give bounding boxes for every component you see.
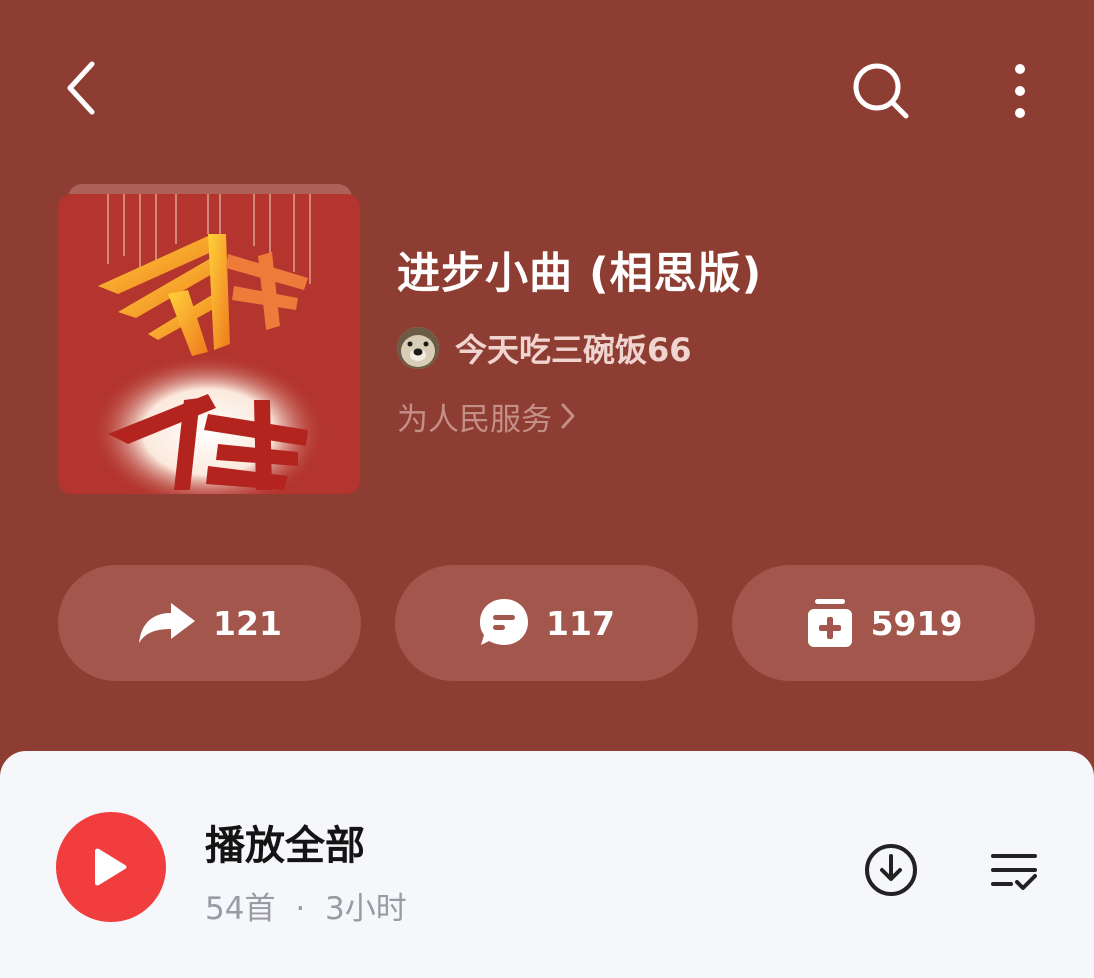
top-navigation-bar bbox=[0, 0, 1094, 180]
action-buttons-row: 121 117 5919 bbox=[0, 565, 1094, 681]
playlist-header: 进步小曲 (相思版) 今天吃三碗饭66 为人民服务 bbox=[0, 180, 1094, 510]
comment-count: 117 bbox=[546, 603, 615, 643]
chevron-right-icon bbox=[560, 402, 576, 430]
list-manage-icon bbox=[991, 854, 1037, 890]
creator-row[interactable]: 今天吃三碗饭66 bbox=[397, 326, 1057, 370]
play-all-button[interactable] bbox=[56, 812, 166, 922]
collect-add-icon bbox=[807, 599, 852, 647]
description-row[interactable]: 为人民服务 bbox=[397, 394, 1057, 438]
cover-artwork bbox=[58, 194, 360, 494]
song-count: 54首 bbox=[205, 891, 276, 927]
back-arrow-icon bbox=[67, 61, 95, 115]
more-vertical-icon bbox=[1015, 64, 1025, 118]
share-button[interactable]: 121 bbox=[58, 565, 361, 681]
download-icon bbox=[865, 844, 917, 896]
more-options-button[interactable] bbox=[1000, 56, 1040, 126]
share-icon bbox=[139, 603, 196, 643]
creator-name[interactable]: 今天吃三碗饭66 bbox=[455, 325, 692, 371]
share-count: 121 bbox=[213, 603, 282, 643]
playlist-description: 为人民服务 bbox=[397, 401, 552, 438]
song-list-panel: 播放全部 54首 · 3小时 bbox=[0, 751, 1094, 978]
playlist-meta: 54首 · 3小时 bbox=[205, 883, 407, 928]
collect-count: 5919 bbox=[870, 603, 963, 643]
creator-avatar[interactable] bbox=[397, 327, 439, 369]
playlist-title: 进步小曲 (相思版) bbox=[397, 249, 763, 299]
collect-button[interactable]: 5919 bbox=[732, 565, 1035, 681]
avatar-dog-image bbox=[397, 327, 439, 369]
playlist-info: 进步小曲 (相思版) 今天吃三碗饭66 为人民服务 bbox=[397, 244, 1057, 438]
play-all-label[interactable]: 播放全部 bbox=[205, 813, 365, 871]
comment-icon bbox=[480, 599, 529, 645]
total-duration: 3小时 bbox=[325, 891, 407, 927]
meta-separator: · bbox=[295, 891, 306, 927]
list-manage-button[interactable] bbox=[984, 841, 1044, 901]
comment-button[interactable]: 117 bbox=[395, 565, 698, 681]
back-button[interactable] bbox=[50, 56, 110, 120]
play-icon bbox=[95, 848, 127, 886]
search-button[interactable] bbox=[846, 56, 916, 126]
download-button[interactable] bbox=[858, 837, 924, 903]
playlist-cover-image[interactable] bbox=[58, 194, 360, 494]
search-icon bbox=[853, 63, 909, 119]
